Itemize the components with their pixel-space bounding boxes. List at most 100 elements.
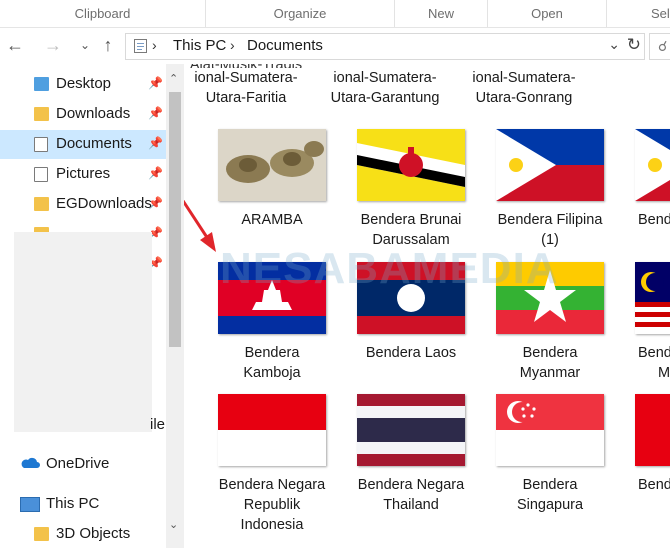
ribbon-group-open[interactable]: Open (488, 0, 607, 27)
pin-icon[interactable]: 📌 (148, 196, 163, 210)
thailand-flag-thumbnail[interactable] (357, 394, 465, 466)
search-input[interactable]: ☌ (649, 33, 670, 60)
nav-item-egdownloads[interactable]: EGDownloads 📌 (0, 190, 166, 219)
nav-item-label: Downloads (56, 105, 131, 122)
partial-flag-thumbnail[interactable] (635, 394, 670, 466)
nav-item-label: This PC (46, 495, 100, 512)
red-flag-icon (635, 394, 670, 466)
ribbon-group-labels: Clipboard Organize New Open Sel (0, 0, 670, 28)
caption-line: ional-Sumatera- (333, 70, 437, 86)
file-caption[interactable]: Bende (624, 475, 670, 495)
brunei-flag-icon (357, 129, 465, 201)
file-caption[interactable]: Bendera Myanmar (485, 343, 615, 383)
brunei-flag-thumbnail[interactable] (357, 129, 465, 201)
caption-line: Utara-Gonrang (475, 90, 573, 106)
file-caption[interactable]: Bend (624, 210, 670, 230)
file-caption[interactable]: ional-Sumatera- Utara-Gonrang (459, 68, 589, 108)
singapore-flag-thumbnail[interactable] (496, 394, 604, 466)
ribbon-group-new[interactable]: New (395, 0, 488, 27)
caption-line: Singapura (516, 497, 584, 513)
address-dropdown-icon[interactable]: ⌄ (608, 36, 620, 53)
indonesia-flag-thumbnail[interactable] (218, 394, 326, 466)
file-caption[interactable]: Bendera Kamboja (207, 343, 337, 383)
philippines-flag-thumbnail[interactable] (496, 129, 604, 201)
caption-line: Bendera Brunai (360, 212, 462, 228)
recent-locations-button[interactable]: ⌄ (74, 34, 96, 56)
file-caption[interactable]: ARAMBA (207, 210, 337, 230)
pictures-icon (34, 167, 48, 182)
computer-icon (20, 497, 40, 512)
aramba-thumbnail[interactable] (218, 129, 326, 201)
ribbon-group-select[interactable]: Sel (607, 0, 670, 27)
caption-line: Bendera Negara (218, 477, 326, 493)
address-bar[interactable]: › This PC › Documents ⌄ ↻ (125, 33, 645, 60)
nav-item-desktop[interactable]: Desktop 📌 (0, 70, 166, 99)
pin-icon[interactable]: 📌 (148, 106, 163, 120)
caption-line: Myanmar (519, 365, 581, 381)
thailand-flag-icon (357, 394, 465, 466)
breadcrumb-separator-icon: › (230, 37, 235, 53)
cloud-icon (21, 457, 40, 468)
malaysia-flag-icon (635, 262, 670, 334)
caption-line: Bendera Negara (357, 477, 465, 493)
nav-item-label: OneDrive (46, 455, 110, 472)
file-caption[interactable]: Bendera Singapura (485, 475, 615, 515)
singapore-flag-icon (496, 394, 604, 466)
breadcrumb-this-pc[interactable]: This PC (173, 37, 226, 54)
file-caption[interactable]: ional-Sumatera- Utara-Faritia (184, 68, 311, 108)
gong-image-icon (218, 129, 326, 201)
scroll-down-icon[interactable]: ⌄ (169, 518, 178, 531)
scrollbar-thumb[interactable] (169, 92, 181, 347)
caption-line: Bendera (522, 345, 578, 361)
ribbon-group-clipboard[interactable]: Clipboard (0, 0, 206, 27)
back-button[interactable]: ← (4, 34, 26, 56)
pin-icon[interactable]: 📌 (148, 166, 163, 180)
nav-item-pictures[interactable]: Pictures 📌 (0, 160, 166, 189)
file-caption[interactable]: ional-Sumatera- Utara-Garantung (320, 68, 450, 108)
breadcrumb-separator-icon: › (152, 37, 157, 53)
nav-item-onedrive[interactable]: OneDrive (0, 450, 166, 479)
nav-item-label: Desktop (56, 75, 112, 92)
indonesia-flag-icon (218, 394, 326, 466)
caption-line: Bend (638, 345, 670, 361)
file-caption[interactable]: Bendera Negara Republik Indonesia (207, 475, 337, 535)
file-caption[interactable]: Bendera Negara Thailand (346, 475, 476, 515)
nav-item-documents[interactable]: Documents 📌 (0, 130, 166, 159)
refresh-icon[interactable]: ↻ (627, 35, 641, 55)
breadcrumb-documents[interactable]: Documents (247, 37, 323, 54)
scroll-up-icon[interactable]: ⌃ (169, 72, 178, 85)
nav-item-label: EGDownloads (56, 195, 152, 212)
caption-line: Bende (638, 477, 670, 493)
navigation-scrollbar[interactable]: ⌃ ⌄ (166, 64, 184, 548)
ribbon-group-organize[interactable]: Organize (206, 0, 395, 27)
caption-line: Utara-Garantung (330, 90, 440, 106)
up-button[interactable]: ↑ (97, 34, 119, 56)
redacted-area (14, 232, 152, 432)
caption-line: Thailand (383, 497, 439, 513)
caption-line: Indonesia (240, 517, 304, 533)
pin-icon[interactable]: 📌 (148, 136, 163, 150)
nav-item-downloads[interactable]: Downloads 📌 (0, 100, 166, 129)
nav-item-label: Documents (56, 135, 132, 152)
address-row: ← → ⌄ ↑ › This PC › Documents ⌄ ↻ ☌ (0, 28, 670, 64)
file-caption[interactable]: Bendera Laos (346, 343, 476, 363)
philippines-flag-icon (496, 129, 604, 201)
partial-flag-thumbnail[interactable] (635, 129, 670, 201)
folder-icon (34, 197, 49, 211)
file-caption[interactable]: Bend M (624, 343, 670, 383)
caption-line: Utara-Faritia (205, 90, 287, 106)
malaysia-flag-thumbnail[interactable] (635, 262, 670, 334)
philippines-flag-icon (635, 129, 670, 201)
nav-item-3d-objects[interactable]: 3D Objects (0, 520, 166, 548)
caption-line: Bendera (244, 345, 300, 361)
navigation-pane: Desktop 📌 Downloads 📌 Documents 📌 Pictur… (0, 64, 170, 548)
caption-line: Bend (638, 212, 670, 228)
partial-text: ile (150, 416, 166, 433)
caption-line: ional-Sumatera- (472, 70, 576, 86)
caption-line: Bendera Filipina (497, 212, 603, 228)
nav-item-this-pc[interactable]: This PC (0, 490, 166, 519)
pin-icon[interactable]: 📌 (148, 76, 163, 90)
nav-item-label: Pictures (56, 165, 111, 182)
forward-button[interactable]: → (42, 34, 64, 56)
search-icon: ☌ (658, 38, 668, 54)
